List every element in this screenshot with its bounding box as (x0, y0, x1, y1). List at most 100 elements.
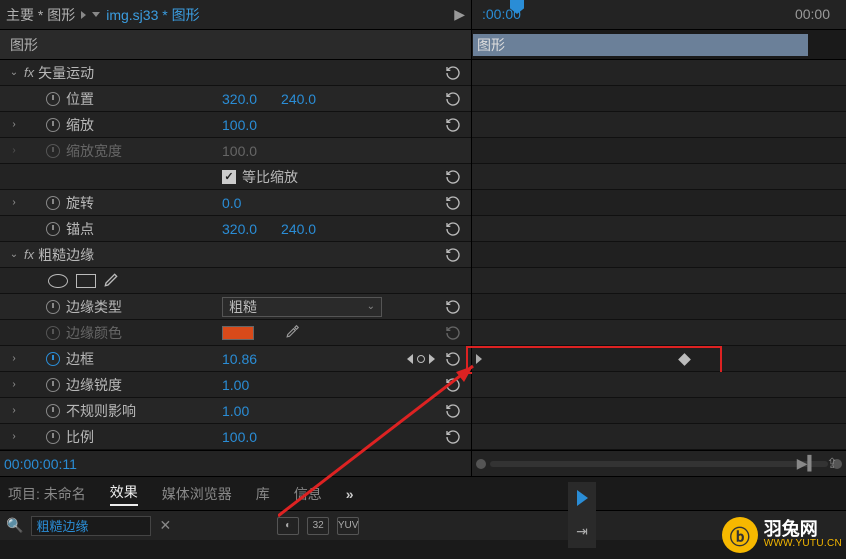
disclosure-toggle[interactable]: › (8, 405, 20, 416)
prev-keyframe-icon[interactable] (407, 354, 413, 364)
pen-tool-icon[interactable] (104, 271, 120, 290)
disclosure-toggle[interactable]: ⌄ (8, 67, 20, 78)
preset-alpha-icon[interactable]: ◐ (277, 517, 299, 535)
reset-button[interactable] (443, 376, 463, 394)
prop-label: 边缘颜色 (66, 323, 122, 343)
stopwatch-icon[interactable] (46, 300, 60, 314)
brand-url: WWW.YUTU.CN (764, 539, 842, 550)
uniform-scale-checkbox[interactable]: ✓ (222, 170, 236, 184)
value-sharpness[interactable]: 1.00 (222, 377, 249, 393)
stopwatch-icon[interactable] (46, 196, 60, 210)
edge-type-dropdown[interactable]: 粗糙 ⌄ (222, 297, 382, 317)
chevron-down-icon[interactable] (92, 12, 100, 17)
solo-icon[interactable]: ▶▍ (797, 455, 819, 472)
value-anchor-x[interactable]: 320.0 (222, 221, 257, 237)
keyframe-track-border[interactable] (472, 346, 846, 372)
disclosure-toggle[interactable]: › (8, 431, 20, 442)
playhead-icon[interactable] (510, 0, 524, 14)
reset-button[interactable] (443, 324, 463, 342)
value-rotation[interactable]: 0.0 (222, 195, 241, 211)
prop-label: 边框 (66, 349, 94, 369)
color-swatch[interactable] (222, 326, 254, 340)
value-position-x[interactable]: 320.0 (222, 91, 257, 107)
disclosure-toggle[interactable]: › (8, 197, 20, 208)
tab-project[interactable]: 项目: 未命名 (8, 484, 86, 504)
tab-media-browser[interactable]: 媒体浏览器 (162, 484, 232, 504)
reset-button[interactable] (443, 298, 463, 316)
next-keyframe-icon[interactable] (429, 354, 435, 364)
stopwatch-icon[interactable] (46, 378, 60, 392)
value-anchor-y[interactable]: 240.0 (281, 221, 316, 237)
stopwatch-icon[interactable] (46, 92, 60, 106)
current-timecode[interactable]: 00:00:00:11 (0, 451, 471, 476)
stopwatch-icon[interactable] (46, 352, 60, 366)
prop-label: 锚点 (66, 219, 94, 239)
reset-button[interactable] (443, 168, 463, 186)
clip-label: 图形 (477, 35, 505, 55)
prop-label: 比例 (66, 427, 94, 447)
prop-label: 位置 (66, 89, 94, 109)
stopwatch-icon[interactable] (46, 118, 60, 132)
value-irregular[interactable]: 1.00 (222, 403, 249, 419)
reset-button[interactable] (443, 402, 463, 420)
ellipse-mask-icon[interactable] (48, 274, 68, 288)
mini-timeline[interactable]: :00:00 00:00 (471, 0, 846, 29)
effects-search-input[interactable] (31, 516, 151, 536)
disclosure-toggle[interactable]: › (8, 353, 20, 364)
panel-title: 图形 (0, 30, 471, 59)
tab-effects[interactable]: 效果 (110, 482, 138, 506)
clear-search-icon[interactable]: ✕ (159, 517, 171, 534)
value-border[interactable]: 10.86 (222, 351, 257, 367)
reset-button[interactable] (443, 220, 463, 238)
value-proportion[interactable]: 100.0 (222, 429, 257, 445)
disclosure-toggle: › (8, 145, 20, 156)
stopwatch-icon[interactable] (46, 222, 60, 236)
disclosure-toggle[interactable]: › (8, 119, 20, 130)
export-icon[interactable]: ⇪ (826, 455, 838, 472)
tab-library[interactable]: 库 (256, 484, 270, 504)
add-keyframe-icon[interactable] (417, 355, 425, 363)
play-button[interactable] (577, 490, 588, 506)
prop-label: 边缘类型 (66, 297, 122, 317)
rect-mask-icon[interactable] (76, 274, 96, 288)
timecode-right: 00:00 (795, 6, 830, 22)
value-scale-width: 100.0 (222, 143, 257, 159)
reset-button[interactable] (443, 246, 463, 264)
reset-button[interactable] (443, 64, 463, 82)
clip-bar[interactable]: 图形 (473, 34, 808, 56)
tab-info[interactable]: 信息 (294, 484, 322, 504)
value-position-y[interactable]: 240.0 (281, 91, 316, 107)
uniform-scale-label: 等比缩放 (242, 167, 298, 187)
chevron-down-icon: ⌄ (367, 301, 375, 312)
value-scale[interactable]: 100.0 (222, 117, 257, 133)
preset-32bit-icon[interactable]: 32 (307, 517, 329, 535)
eyedropper-icon[interactable] (286, 324, 300, 341)
tabs-overflow[interactable]: » (346, 486, 354, 502)
zoom-handle-left[interactable] (476, 459, 486, 469)
preset-yuv-icon[interactable]: YUV (337, 517, 359, 535)
disclosure-toggle[interactable]: › (8, 379, 20, 390)
reset-button[interactable] (443, 116, 463, 134)
fx-badge-icon[interactable]: fx (24, 247, 34, 262)
disclosure-toggle[interactable]: ⌄ (8, 249, 20, 260)
prop-label: 不规则影响 (66, 401, 136, 421)
transport-controls: ⇥ (568, 482, 596, 548)
reset-button[interactable] (443, 350, 463, 368)
track-play-icon[interactable] (476, 354, 482, 364)
reset-button[interactable] (443, 428, 463, 446)
stopwatch-icon[interactable] (46, 404, 60, 418)
fx-badge-icon[interactable]: fx (24, 65, 34, 80)
play-icon[interactable]: ▶ (448, 6, 471, 23)
reset-button[interactable] (443, 194, 463, 212)
stopwatch-icon (46, 144, 60, 158)
timeline-scrollbar[interactable] (490, 461, 828, 467)
reset-button[interactable] (443, 90, 463, 108)
chevron-right-icon (81, 11, 86, 19)
breadcrumb-main[interactable]: 主要 * 图形 (6, 5, 75, 25)
watermark-logo: ⓑ 羽兔网 WWW.YUTU.CN (722, 517, 842, 553)
keyframe-diamond-icon[interactable] (678, 353, 691, 366)
effect-title: 粗糙边缘 (38, 245, 94, 265)
step-forward-icon[interactable]: ⇥ (576, 523, 588, 540)
breadcrumb-clip[interactable]: img.sj33 * 图形 (106, 5, 199, 25)
stopwatch-icon[interactable] (46, 430, 60, 444)
